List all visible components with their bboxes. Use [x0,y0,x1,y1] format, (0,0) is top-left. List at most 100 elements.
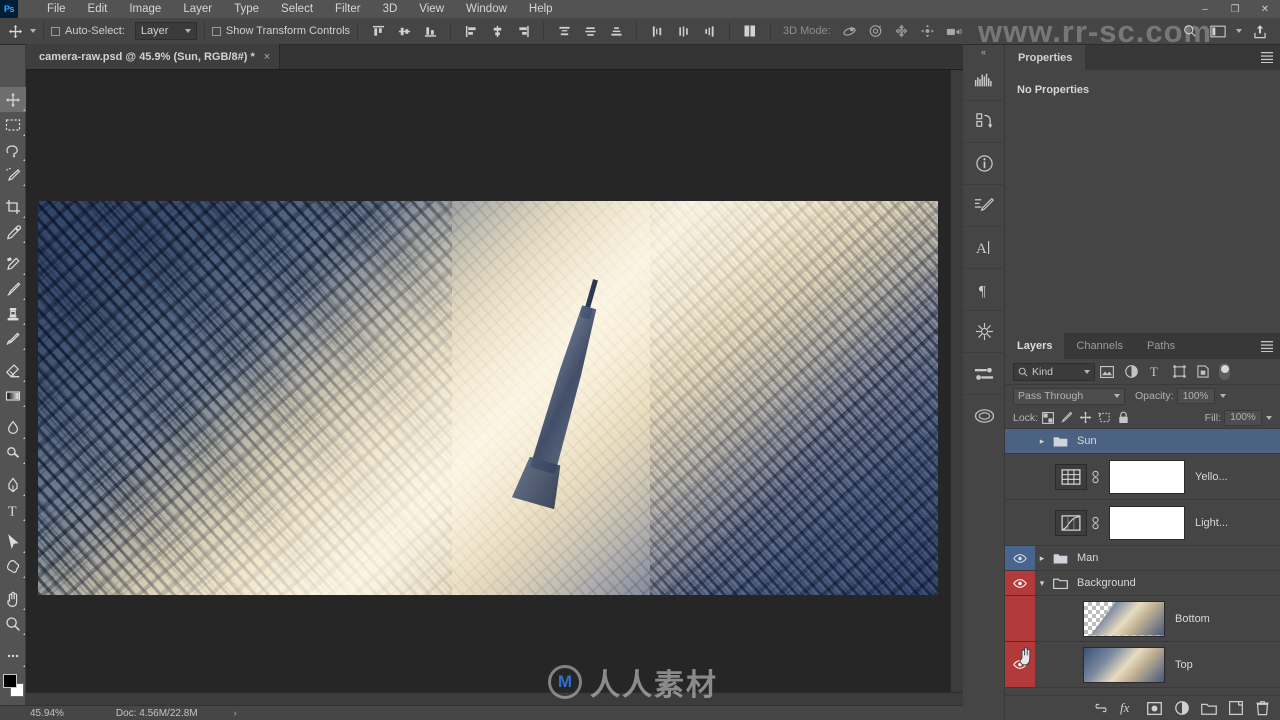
canvas-horizontal-scrollbar[interactable] [26,692,963,705]
lock-artboard-nesting-icon[interactable] [1095,409,1114,427]
path-selection-tool[interactable] [0,529,26,554]
layer-visibility-toggle[interactable] [1005,454,1035,499]
filter-pixel-icon[interactable] [1095,362,1119,382]
menu-item-3d[interactable]: 3D [372,1,409,17]
type-tool[interactable]: T [0,497,26,522]
rectangular-marquee-tool[interactable] [0,112,26,137]
lock-all-icon[interactable] [1114,409,1133,427]
filter-type-icon[interactable]: T [1143,362,1167,382]
auto-select-checkbox[interactable] [51,26,60,36]
brush-tool[interactable] [0,276,26,301]
foreground-color-swatch[interactable] [3,674,17,688]
minimize-icon[interactable]: – [1190,0,1220,18]
layer-thumbnail[interactable] [1055,509,1087,536]
paragraph-panel-icon[interactable]: ¶ [963,269,1005,311]
filter-adjustment-icon[interactable] [1119,362,1143,382]
show-transform-controls-checkbox[interactable] [211,26,221,36]
workspace-chevron-icon[interactable] [1232,20,1246,42]
color-swatches[interactable] [0,672,26,702]
distribute-vertical-centers-icon[interactable] [577,20,603,42]
table-row[interactable]: ▸ Sun [1005,429,1280,454]
filter-smart-object-icon[interactable] [1191,362,1215,382]
orbit-3d-icon[interactable] [837,20,863,42]
document-size[interactable]: Doc: 4.56M/22.8M [116,708,198,719]
link-layers-icon[interactable] [1087,696,1114,720]
zoom-tool[interactable] [0,611,26,636]
lock-transparent-pixels-icon[interactable] [1038,409,1057,427]
opacity-value[interactable]: 100% [1176,388,1215,404]
tab-channels[interactable]: Channels [1064,333,1134,359]
info-panel-icon[interactable] [963,143,1005,185]
character-panel-icon[interactable]: A [963,227,1005,269]
adjustments-panel-icon[interactable] [963,311,1005,353]
histogram-panel-icon[interactable] [963,59,1005,101]
tab-properties[interactable]: Properties [1005,45,1086,70]
close-icon[interactable]: ✕ [1250,0,1280,18]
table-row[interactable]: Bottom [1005,596,1280,642]
menu-item-type[interactable]: Type [223,1,270,17]
layer-mask-thumbnail[interactable] [1109,459,1185,494]
pen-tool[interactable] [0,472,26,497]
align-vertical-centers-icon[interactable] [391,20,417,42]
filter-shape-icon[interactable] [1167,362,1191,382]
layer-visibility-toggle[interactable] [1005,571,1035,595]
search-icon[interactable] [1176,20,1204,42]
artboard-image[interactable] [38,201,938,595]
distribute-horizontal-centers-icon[interactable] [670,20,696,42]
restore-icon[interactable]: ❐ [1220,0,1250,18]
layer-visibility-toggle[interactable] [1005,500,1035,545]
crop-tool[interactable] [0,194,26,219]
chevron-down-icon[interactable]: ▾ [1035,578,1049,589]
align-right-edges-icon[interactable] [510,20,536,42]
layer-visibility-toggle[interactable] [1005,429,1035,453]
lock-position-icon[interactable] [1076,409,1095,427]
canvas-area[interactable] [26,70,963,705]
chevron-right-icon[interactable]: ▸ [1035,436,1049,447]
status-chevron-icon[interactable]: › [234,708,237,718]
auto-align-layers-icon[interactable] [737,20,763,42]
panel-menu-icon[interactable] [1261,334,1280,359]
edit-toolbar-button[interactable] [0,643,26,668]
document-tab[interactable]: camera-raw.psd @ 45.9% (Sun, RGB/8#) * × [26,44,281,69]
creative-cloud-icon[interactable] [963,395,1005,437]
layer-mask-thumbnail[interactable] [1109,505,1185,540]
quick-selection-tool[interactable] [0,162,26,187]
align-left-edges-icon[interactable] [458,20,484,42]
dodge-tool[interactable] [0,440,26,465]
distribute-left-edges-icon[interactable] [644,20,670,42]
layer-visibility-toggle[interactable] [1005,546,1035,570]
zoom-3d-icon[interactable] [941,20,967,42]
layer-style-fx-icon[interactable]: fx [1114,696,1141,720]
canvas-vertical-scrollbar[interactable] [950,70,963,705]
table-row[interactable]: ▸ Man [1005,546,1280,571]
new-layer-icon[interactable] [1222,696,1249,720]
auto-select-scope-dropdown[interactable]: Layer [134,22,197,40]
distribute-top-edges-icon[interactable] [551,20,577,42]
menu-item-help[interactable]: Help [518,1,564,17]
menu-item-layer[interactable]: Layer [172,1,223,17]
blur-tool[interactable] [0,415,26,440]
history-brush-tool[interactable] [0,326,26,351]
workspace-switcher-icon[interactable] [1204,20,1232,42]
lock-image-pixels-icon[interactable] [1057,409,1076,427]
shape-tool[interactable] [0,554,26,579]
menu-item-view[interactable]: View [408,1,455,17]
brush-settings-panel-icon[interactable] [963,185,1005,227]
tab-layers[interactable]: Layers [1005,333,1065,359]
table-row[interactable]: ▾ Background [1005,571,1280,596]
menu-item-image[interactable]: Image [118,1,172,17]
table-row[interactable]: Light... [1005,500,1280,546]
layer-thumbnail[interactable] [1083,600,1165,637]
menu-item-file[interactable]: File [36,1,77,17]
chevron-right-icon[interactable]: ▸ [1035,553,1049,564]
collapse-panels-icon[interactable]: « [963,45,1004,59]
table-row[interactable]: Top [1005,642,1280,688]
layer-visibility-toggle[interactable] [1005,642,1035,687]
distribute-right-edges-icon[interactable] [696,20,722,42]
new-group-icon[interactable] [1195,696,1222,720]
panel-menu-icon[interactable] [1261,45,1280,70]
tab-paths[interactable]: Paths [1135,333,1187,359]
menu-item-window[interactable]: Window [455,1,518,17]
roll-3d-icon[interactable] [863,20,889,42]
layer-list[interactable]: ▸ Sun Yello... Light... ▸ Man ▾ Backgrou… [1005,429,1280,695]
